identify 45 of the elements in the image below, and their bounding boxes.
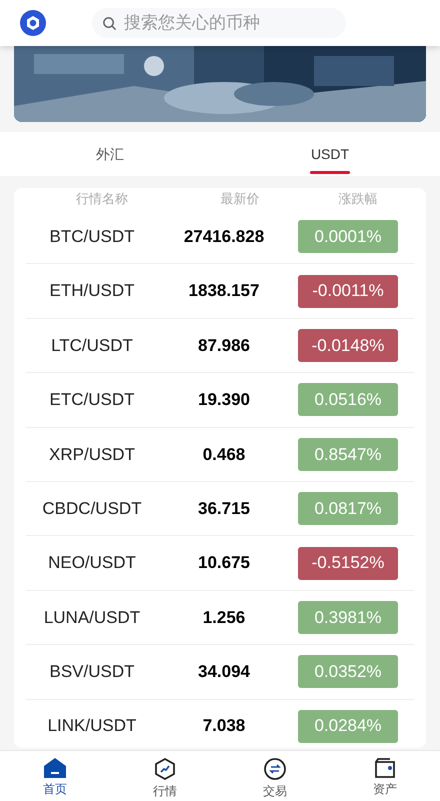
change-badge: 0.8547% — [298, 438, 398, 471]
nav-tab[interactable]: 交易 — [220, 751, 330, 801]
column-header: 涨跌幅 — [338, 190, 378, 208]
price: 19.390 — [197, 389, 251, 412]
price: 1838.157 — [188, 280, 260, 302]
change-badge: 0.0817% — [298, 492, 398, 526]
pair-name: BTC/USDT — [48, 226, 136, 248]
pair-name: NEO/USDT — [47, 552, 137, 574]
pair-name: LINK/USDT — [46, 715, 138, 738]
change-badge: 0.3981% — [298, 600, 398, 634]
change-badge: 0.0284% — [298, 710, 398, 743]
search-field[interactable]: 搜索您关心的币种 — [92, 8, 346, 38]
nav-tab[interactable]: 行情 — [110, 751, 220, 801]
price: 1.256 — [202, 606, 246, 629]
pair-name: BSV/USDT — [48, 661, 136, 684]
exchange-icon — [263, 757, 287, 781]
logo-icon — [20, 10, 46, 36]
change-badge: 0.0001% — [298, 220, 398, 254]
nav-tab[interactable]: 资产 — [330, 751, 440, 801]
column-header: 行情名称 — [75, 190, 129, 208]
pair-name: XRP/USDT — [48, 444, 136, 466]
home-icon — [43, 757, 67, 779]
price: 34.094 — [197, 661, 251, 684]
price: 7.038 — [202, 715, 246, 738]
change-badge: -0.0148% — [298, 328, 398, 362]
price: 27416.828 — [182, 226, 266, 248]
price: 87.986 — [197, 334, 251, 357]
change-badge: -0.5152% — [298, 546, 398, 580]
pair-name: LTC/USDT — [50, 334, 134, 357]
change-badge: 0.0352% — [298, 655, 398, 688]
pair-name: ETC/USDT — [48, 389, 136, 412]
pair-name: CBDC/USDT — [41, 498, 143, 520]
pair-name: LUNA/USDT — [42, 606, 142, 629]
nav-tab[interactable]: 首页 — [0, 751, 110, 801]
change-badge: -0.0011% — [298, 274, 398, 308]
wallet-icon — [373, 757, 397, 779]
price: 0.468 — [202, 444, 246, 466]
change-badge: 0.0516% — [298, 383, 398, 416]
tab[interactable]: USDT — [220, 132, 440, 176]
tab[interactable]: 外汇 — [0, 132, 220, 176]
price: 36.715 — [197, 498, 251, 520]
column-header: 最新价 — [220, 190, 260, 208]
price: 10.675 — [197, 552, 251, 574]
chart-icon — [153, 757, 177, 781]
pair-name: ETH/USDT — [48, 280, 136, 302]
